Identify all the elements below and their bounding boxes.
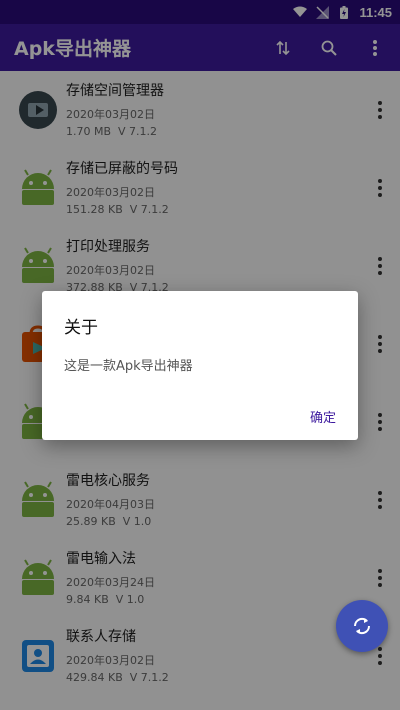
refresh-fab[interactable] (336, 600, 388, 652)
dialog-ok-button[interactable]: 确定 (306, 405, 340, 428)
refresh-icon (353, 617, 371, 635)
dialog-message: 这是一款Apk导出神器 (64, 359, 193, 374)
about-dialog: 关于 这是一款Apk导出神器 确定 (42, 291, 358, 440)
dialog-title: 关于 (64, 318, 98, 338)
